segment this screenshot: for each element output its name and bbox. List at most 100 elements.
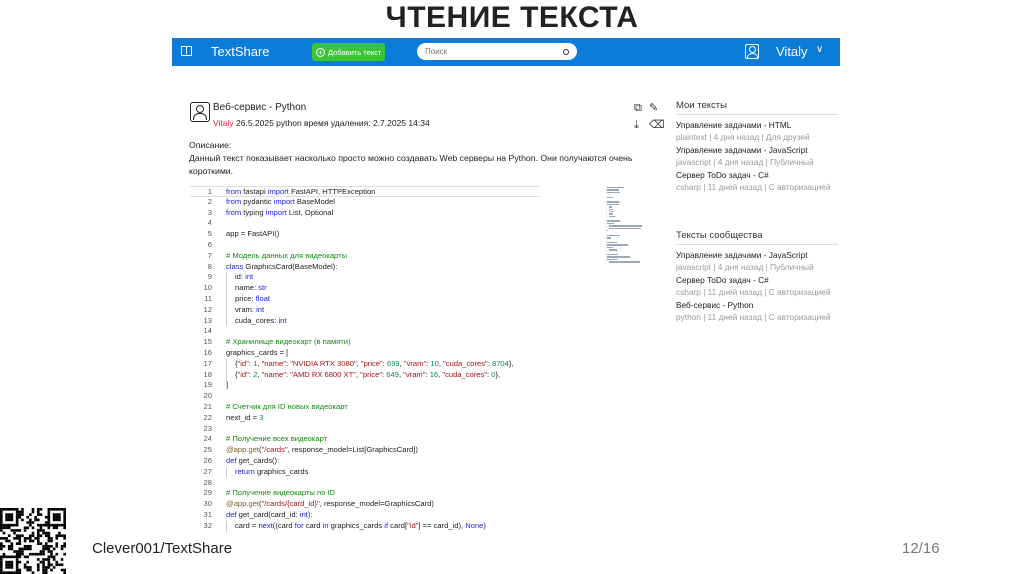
code-token: GraphicsCard(BaseModel):: [243, 261, 338, 271]
post-actions: ⧉ ✎ ⤓ ⌫: [634, 100, 665, 134]
text-link[interactable]: Сервер ToDo задач - C#: [676, 169, 838, 181]
code-line: 5 app = FastAPI(): [190, 229, 600, 240]
line-number: 3: [207, 207, 212, 217]
code-line: 7 # Модель данных для видеокарты: [190, 251, 600, 262]
line-number: 29: [203, 488, 212, 498]
code-token: pydantic: [241, 196, 274, 206]
line-number: 21: [203, 401, 212, 411]
line-number: 14: [203, 326, 212, 336]
text-meta: javascript | 4 дня назад | Публичный: [676, 262, 814, 272]
code-token: },: [508, 358, 514, 368]
code-token: "cuda_cores": [443, 358, 488, 368]
text-link[interactable]: Управление задачами - JavaScript: [676, 144, 838, 156]
search-icon[interactable]: [563, 48, 569, 55]
code-token: ): [483, 520, 486, 530]
download-icon[interactable]: ⤓: [634, 117, 649, 134]
line-number: 13: [203, 315, 212, 325]
author-link[interactable]: Vitaly: [213, 118, 234, 128]
code-line: 6: [190, 240, 600, 251]
code-line: 20: [190, 391, 600, 402]
code-editor[interactable]: 1 from fastapi import FastAPI, HTTPExcept…: [190, 186, 600, 532]
code-token: "id": [407, 520, 419, 530]
text-link[interactable]: Сервер ToDo задач - C#: [676, 274, 838, 286]
add-text-button[interactable]: + Добавить текст: [312, 43, 385, 61]
text-meta: python | 11 дней назад | С авторизацией: [676, 312, 831, 322]
code-token: get_cards():: [236, 455, 280, 465]
minimap-line: [607, 201, 619, 203]
plus-circle-icon: +: [316, 47, 325, 57]
user-icon[interactable]: [745, 44, 759, 59]
code-line: 19]: [190, 380, 600, 391]
code-token: 8704: [491, 358, 509, 368]
code-token: "price": [360, 358, 383, 368]
code-token: app = FastAPI(): [226, 229, 280, 239]
post-meta-text: 26.5.2025 python время удаления: 2.7.202…: [233, 118, 430, 128]
code-line: 21 # Счетчик для ID новых видеокарт: [190, 402, 600, 413]
code-line: 16 graphics_cards = [: [190, 348, 600, 359]
avatar: [190, 102, 210, 122]
delete-icon[interactable]: ⌫: [649, 117, 665, 134]
minimap-line: [609, 215, 615, 218]
code-line: 4: [190, 218, 600, 229]
line-number: 4: [207, 218, 212, 228]
code-token: # Счетчик для ID новых видеокарт: [226, 401, 348, 411]
indent-guide: [226, 272, 235, 284]
code-line: 8 class GraphicsCard(BaseModel):: [190, 262, 600, 273]
book-icon[interactable]: [181, 46, 192, 56]
copy-icon[interactable]: ⧉: [634, 100, 649, 117]
code-line: 30 @app.get("/cards/{card_id}", response_…: [190, 499, 600, 510]
line-number: 1: [207, 187, 212, 196]
code-token: BaseModel: [294, 196, 335, 206]
code-token: card =: [235, 520, 259, 530]
line-number: 28: [203, 477, 212, 487]
code-token: ):: [307, 509, 313, 519]
minimap-line: [607, 189, 619, 191]
code-token: fastapi: [241, 187, 268, 196]
line-number: 7: [207, 250, 212, 260]
user-menu[interactable]: Vitaly: [776, 44, 808, 59]
code-token: typing: [241, 207, 266, 217]
code-token: @app.get: [226, 499, 260, 509]
brand-link[interactable]: TextShare: [211, 44, 270, 59]
code-token: card[: [388, 520, 408, 530]
add-text-label: Добавить текст: [328, 47, 382, 57]
description-label: Описание:: [189, 140, 232, 150]
text-link[interactable]: Управление задачами - JavaScript: [676, 249, 838, 261]
code-token: "vram": [403, 358, 427, 368]
text-link[interactable]: Веб-сервис - Python: [676, 299, 838, 311]
line-number: 22: [203, 412, 212, 422]
line-number: 19: [203, 380, 212, 390]
post-meta: Vitaly 26.5.2025 python время удаления: …: [213, 118, 430, 128]
code-token: ] == card_id),: [418, 520, 466, 530]
edit-icon[interactable]: ✎: [649, 100, 664, 117]
code-line: 25 @app.get("/cards", response_model=List…: [190, 445, 600, 456]
code-token: get_card(card_id:: [236, 509, 300, 519]
code-line: 32 card = next ((card for card in graphics…: [190, 520, 600, 532]
search-input[interactable]: Поиск: [417, 43, 577, 60]
description: Описание: Данный текст показывает наскол…: [189, 139, 659, 178]
sidebar: Мои тексты Управление задачами - HTML pla…: [676, 100, 838, 324]
code-token: id:: [235, 272, 246, 282]
code-token: , response_model=GraphicsCard): [319, 499, 434, 509]
code-token: class: [226, 261, 244, 271]
description-text: Данный текст показывает насколько просто…: [189, 153, 633, 176]
line-number: 27: [203, 466, 212, 476]
code-token: 699: [386, 358, 400, 368]
code-token: "/cards": [261, 445, 288, 455]
text-link[interactable]: Управление задачами - HTML: [676, 119, 838, 131]
chevron-down-icon[interactable]: ∨: [816, 44, 823, 55]
minimap-line: [609, 208, 613, 210]
indent-guide: [226, 520, 235, 532]
code-line: 10 name: str: [190, 283, 600, 294]
code-token: },: [495, 369, 501, 379]
line-number: 31: [203, 509, 212, 519]
code-line: 2 from pydantic import BaseModel: [190, 197, 600, 208]
code-token: "id": [237, 358, 249, 368]
code-token: int: [299, 509, 308, 519]
code-line: 26 def get_cards():: [190, 456, 600, 467]
code-token: vram:: [235, 304, 257, 314]
line-number: 11: [204, 293, 212, 303]
minimap-line: [607, 258, 618, 261]
code-minimap[interactable]: [606, 186, 643, 263]
code-token: def: [226, 455, 237, 465]
